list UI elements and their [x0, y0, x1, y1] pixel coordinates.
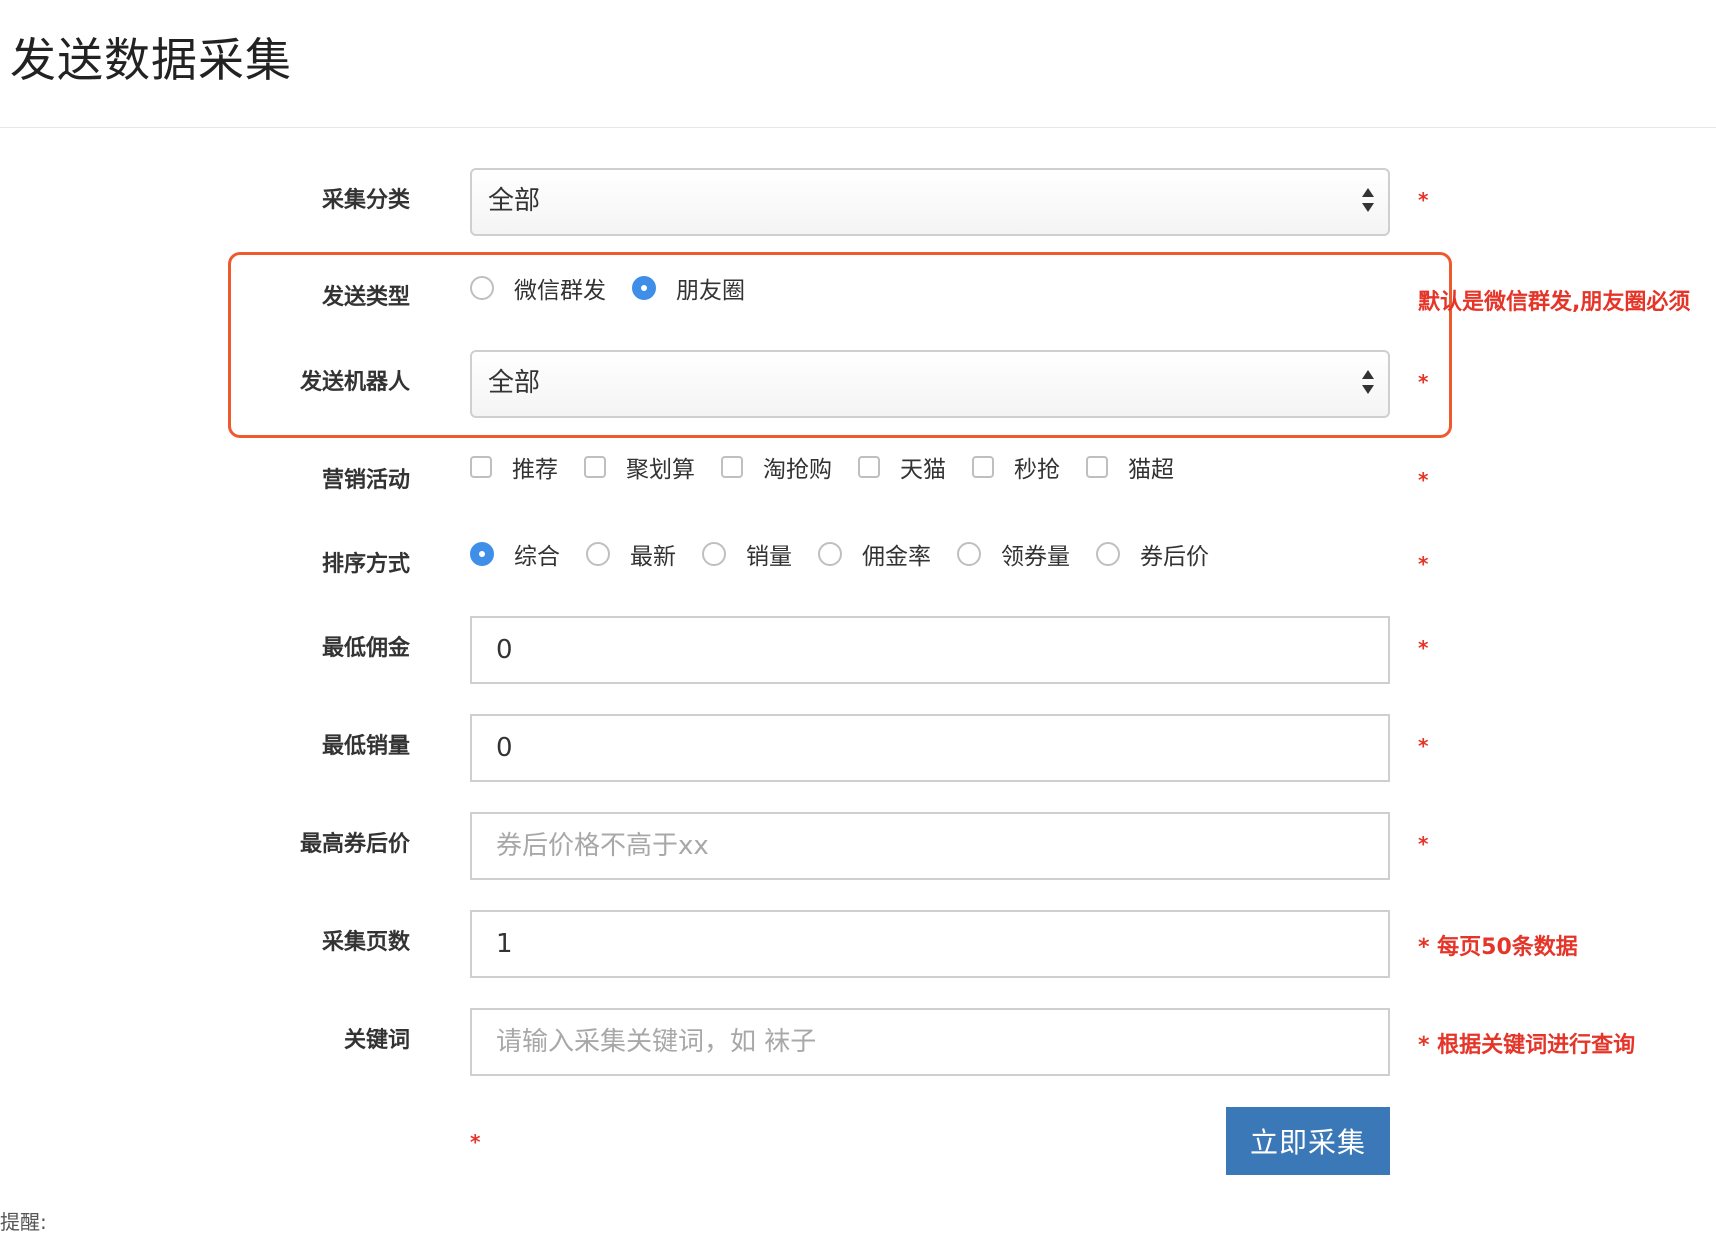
sort-option-overall[interactable]: 综合	[470, 536, 586, 572]
sort-option-label: 最新	[630, 544, 676, 570]
sort-option-price-after-coupon[interactable]: 券后价	[1096, 536, 1235, 572]
sort-radio[interactable]	[586, 542, 610, 566]
send-type-radio-moments[interactable]	[632, 276, 656, 300]
min-sales-required: *	[1418, 734, 1429, 758]
marketing-checkbox[interactable]	[470, 456, 492, 478]
marketing-options: 推荐 聚划算 淘抢购 天猫 秒抢 猫超	[470, 449, 1200, 485]
marketing-checkbox[interactable]	[721, 456, 743, 478]
pages-input[interactable]	[470, 910, 1390, 978]
sort-option-label: 销量	[746, 544, 792, 570]
sort-radio[interactable]	[818, 542, 842, 566]
footer-partial-text: 提醒:	[0, 1210, 47, 1234]
pages-label: 采集页数	[321, 930, 410, 955]
max-price-label: 最高券后价	[299, 832, 410, 857]
marketing-required: *	[1418, 468, 1429, 492]
marketing-option-label: 淘抢购	[763, 457, 832, 483]
send-type-label: 发送类型	[321, 285, 410, 310]
send-type-option-wechat-group[interactable]: 微信群发	[470, 270, 632, 306]
marketing-checkbox[interactable]	[972, 456, 994, 478]
sort-option-label: 领券量	[1001, 544, 1070, 570]
max-price-input[interactable]	[470, 812, 1390, 880]
sort-option-newest[interactable]: 最新	[586, 536, 702, 572]
min-commission-required: *	[1418, 636, 1429, 660]
marketing-option-recommend[interactable]: 推荐	[470, 449, 584, 485]
page-title: 发送数据采集	[10, 33, 292, 87]
sort-option-sales[interactable]: 销量	[702, 536, 818, 572]
marketing-option-label: 推荐	[512, 457, 558, 483]
marketing-option-flash[interactable]: 秒抢	[972, 449, 1086, 485]
marketing-option-label: 秒抢	[1014, 457, 1060, 483]
title-divider	[0, 127, 1716, 128]
pages-note: * 每页50条数据	[1418, 935, 1578, 960]
sort-option-label: 券后价	[1140, 544, 1209, 570]
keyword-label: 关键词	[343, 1028, 410, 1053]
send-type-option-label: 微信群发	[514, 278, 606, 304]
send-type-option-moments[interactable]: 朋友圈	[632, 270, 771, 306]
robot-select[interactable]: 全部	[470, 350, 1390, 418]
category-select[interactable]: 全部	[470, 168, 1390, 236]
marketing-checkbox[interactable]	[858, 456, 880, 478]
robot-label: 发送机器人	[299, 370, 410, 395]
sort-radio[interactable]	[470, 542, 494, 566]
sort-radio[interactable]	[957, 542, 981, 566]
marketing-option-tmall-supermarket[interactable]: 猫超	[1086, 449, 1200, 485]
sort-required: *	[1418, 552, 1429, 576]
marketing-option-taoqianggou[interactable]: 淘抢购	[721, 449, 858, 485]
collect-now-button[interactable]: 立即采集	[1226, 1107, 1390, 1175]
sort-option-commission-rate[interactable]: 佣金率	[818, 536, 957, 572]
robot-select-value: 全部	[488, 368, 541, 398]
min-commission-label: 最低佣金	[321, 636, 410, 661]
submit-required: *	[470, 1130, 481, 1154]
select-arrows-icon	[1360, 368, 1376, 398]
sort-option-label: 佣金率	[862, 544, 931, 570]
category-label: 采集分类	[321, 188, 410, 213]
keyword-input[interactable]	[470, 1008, 1390, 1076]
sort-radio[interactable]	[702, 542, 726, 566]
marketing-option-label: 聚划算	[626, 457, 695, 483]
marketing-option-label: 天猫	[900, 457, 946, 483]
marketing-checkbox[interactable]	[584, 456, 606, 478]
marketing-option-tmall[interactable]: 天猫	[858, 449, 972, 485]
marketing-label: 营销活动	[321, 468, 410, 493]
category-select-value: 全部	[488, 186, 541, 216]
send-type-option-label: 朋友圈	[676, 278, 745, 304]
min-sales-label: 最低销量	[321, 734, 410, 759]
min-commission-input[interactable]	[470, 616, 1390, 684]
sort-option-coupon-count[interactable]: 领券量	[957, 536, 1096, 572]
marketing-checkbox[interactable]	[1086, 456, 1108, 478]
sort-options: 综合 最新 销量 佣金率 领券量 券后价	[470, 536, 1235, 572]
keyword-note: * 根据关键词进行查询	[1418, 1033, 1636, 1058]
marketing-option-label: 猫超	[1128, 457, 1174, 483]
sort-label: 排序方式	[321, 552, 410, 577]
sort-option-label: 综合	[514, 544, 560, 570]
sort-radio[interactable]	[1096, 542, 1120, 566]
robot-required: *	[1418, 370, 1429, 394]
min-sales-input[interactable]	[470, 714, 1390, 782]
select-arrows-icon	[1360, 186, 1376, 216]
send-type-options: 微信群发 朋友圈	[470, 270, 771, 306]
category-required: *	[1418, 188, 1429, 212]
marketing-option-juhuasuan[interactable]: 聚划算	[584, 449, 721, 485]
max-price-required: *	[1418, 832, 1429, 856]
send-type-note: 默认是微信群发,朋友圈必须	[1418, 290, 1691, 315]
send-type-radio-wechat-group[interactable]	[470, 276, 494, 300]
